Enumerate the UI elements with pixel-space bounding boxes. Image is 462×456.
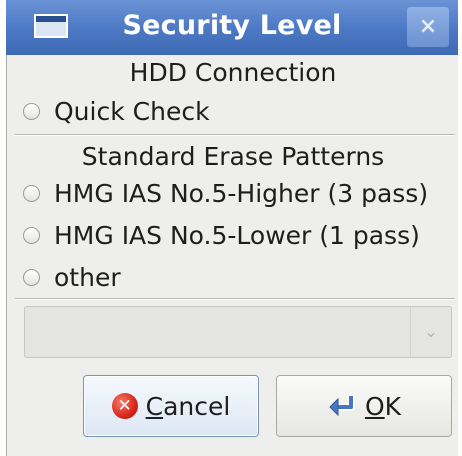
cancel-label: Cancel <box>145 391 231 421</box>
other-pattern-combo[interactable]: ⌄ <box>24 306 452 358</box>
radio-button-icon[interactable] <box>23 102 40 120</box>
radio-label: HMG IAS No.5-Higher (3 pass) <box>54 178 429 208</box>
separator <box>15 134 455 136</box>
erase-patterns-heading: Standard Erase Patterns <box>81 142 385 171</box>
title-bar[interactable]: Security Level × <box>6 0 458 55</box>
ok-enter-icon <box>327 393 357 419</box>
radio-button-icon[interactable] <box>23 226 40 244</box>
radio-label: Quick Check <box>54 96 210 126</box>
radio-hmg-higher[interactable]: HMG IAS No.5-Higher (3 pass) <box>23 175 428 211</box>
radio-other[interactable]: other <box>23 259 121 295</box>
security-level-dialog: Security Level × HDD Connection Quick Ch… <box>6 0 458 456</box>
window-icon <box>34 14 68 38</box>
cancel-button[interactable]: ✕ Cancel <box>83 375 259 437</box>
radio-label: other <box>54 262 121 292</box>
radio-button-icon[interactable] <box>23 184 40 202</box>
close-button[interactable]: × <box>407 7 449 47</box>
ok-button[interactable]: OK <box>276 375 452 437</box>
radio-button-icon[interactable] <box>23 268 40 286</box>
radio-label: HMG IAS No.5-Lower (1 pass) <box>54 220 420 250</box>
radio-quick-check[interactable]: Quick Check <box>23 93 210 129</box>
dialog-title: Security Level <box>122 10 342 41</box>
hdd-connection-heading: HDD Connection <box>129 58 337 87</box>
chevron-down-icon[interactable]: ⌄ <box>410 307 451 357</box>
cancel-icon: ✕ <box>111 393 138 419</box>
dialog-content: HDD Connection Quick Check Standard Eras… <box>6 55 458 456</box>
separator <box>15 298 455 300</box>
radio-hmg-lower[interactable]: HMG IAS No.5-Lower (1 pass) <box>23 217 420 253</box>
ok-label: OK <box>364 391 402 421</box>
